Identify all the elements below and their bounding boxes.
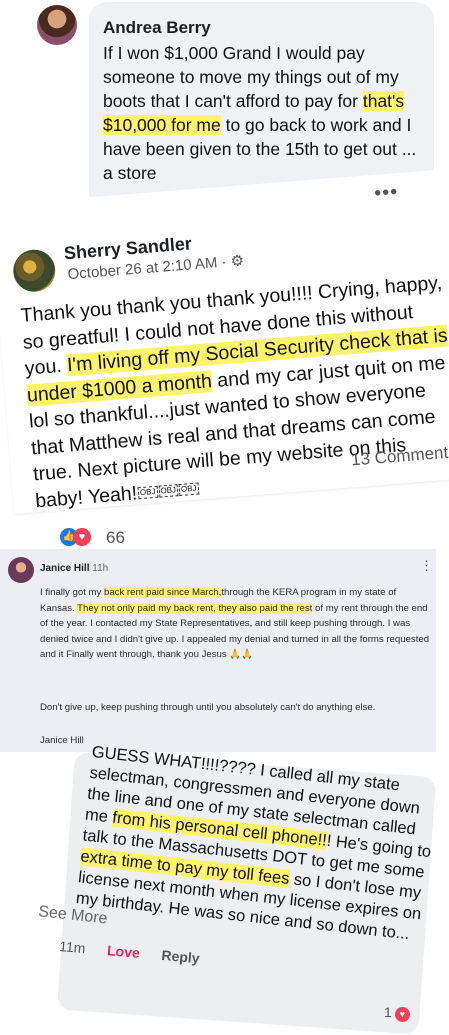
post-signature: Janice Hill <box>40 735 84 746</box>
more-options-icon[interactable]: ••• <box>373 181 399 206</box>
reply-button[interactable]: Reply <box>161 947 200 966</box>
post-time[interactable]: 11h <box>92 563 108 574</box>
post-text: I finally got my back rent paid since Ma… <box>40 585 432 663</box>
author-name[interactable]: Janice Hill 11h <box>40 563 108 574</box>
comment-reactions[interactable]: 1 ♥ <box>384 1004 410 1022</box>
comment-time[interactable]: 11m <box>59 938 86 956</box>
author-name-text[interactable]: Janice Hill <box>40 563 89 574</box>
avatar[interactable] <box>8 557 34 583</box>
more-options-icon[interactable]: ⋮ <box>420 558 433 574</box>
post-card-janice: Janice Hill 11h ⋮ I finally got my back … <box>0 549 436 752</box>
post-text-part: and my car just quit on me lol so thankf… <box>28 351 447 512</box>
obj-placeholder: OBJ <box>137 486 159 500</box>
post-text-paragraph: Don't give up, keep pushing through unti… <box>40 702 376 713</box>
post-text: Thank you thank you thank you!!!! Crying… <box>20 270 449 515</box>
highlighted-text: They not only paid my back rent, they al… <box>77 602 313 614</box>
avatar[interactable] <box>11 248 57 294</box>
reaction-count: 1 <box>384 1004 392 1020</box>
heart-icon: ♥ <box>394 1007 410 1022</box>
post-text-part: I finally got my <box>40 587 104 598</box>
reaction-count: 66 <box>106 528 125 547</box>
love-button[interactable]: Love <box>107 942 141 961</box>
highlighted-text: back rent paid since March, <box>103 587 222 598</box>
heart-icon: ♥ <box>73 528 91 546</box>
post-card-sherry: ••• Sherry Sandler October 26 at 2:10 AM… <box>0 168 449 515</box>
obj-placeholder: OBJ <box>178 482 200 497</box>
comment-text-part: If I won $1,000 Grand I would pay someon… <box>103 43 399 111</box>
author-name[interactable]: Andrea Berry <box>103 18 211 38</box>
comment-text: If I won $1,000 Grand I would pay someon… <box>103 41 423 185</box>
obj-placeholder: OBJ <box>158 484 179 498</box>
avatar[interactable] <box>37 5 77 45</box>
